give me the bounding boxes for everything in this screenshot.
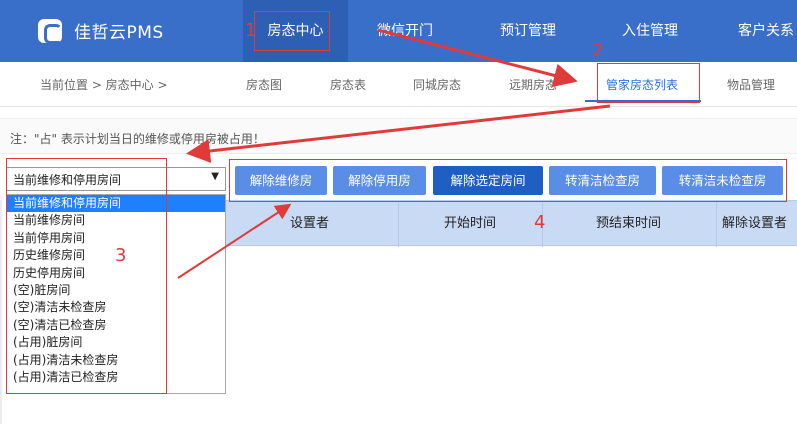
column-header-start-time[interactable]: 开始时间 (444, 201, 496, 247)
nav-item-reservation[interactable]: 预订管理 (468, 0, 588, 62)
column-header-end-time[interactable]: 预结束时间 (596, 201, 661, 247)
annotation-box-1 (254, 11, 330, 51)
column-divider (716, 201, 717, 247)
brand-name: 佳哲云PMS (74, 23, 164, 43)
column-header-setter[interactable]: 设置者 (290, 201, 329, 247)
tab-room-table[interactable]: 房态表 (330, 76, 366, 93)
nav-item-crm[interactable]: 客户关系 (720, 0, 797, 62)
annotation-number-3: 3 (115, 245, 127, 266)
annotation-number-2: 2 (592, 40, 604, 61)
tab-city-status[interactable]: 同城房态 (413, 76, 461, 93)
breadcrumb: 当前位置 > 房态中心 > (40, 78, 168, 92)
brand-logo[interactable]: 佳哲云PMS (38, 18, 164, 44)
caret-down-icon: ▼ (211, 171, 219, 182)
table-header: 设置者 开始时间 预结束时间 解除设置者 (226, 200, 797, 247)
annotation-box-3 (6, 158, 167, 394)
logo-icon (38, 18, 62, 44)
column-header-releaser[interactable]: 解除设置者 (722, 201, 787, 247)
annotation-box-2 (597, 63, 700, 103)
tab-room-map[interactable]: 房态图 (246, 76, 282, 93)
note-text: 注："占" 表示计划当日的维修或停用房被占用！ (0, 118, 797, 154)
column-divider (398, 201, 399, 247)
panel-border (0, 200, 2, 424)
tab-future-status[interactable]: 远期房态 (509, 76, 557, 93)
nav-item-wechat-door[interactable]: 微信开门 (350, 0, 460, 62)
nav-item-checkin[interactable]: 入住管理 (590, 0, 710, 62)
top-nav: 佳哲云PMS 房态中心 微信开门 预订管理 入住管理 客户关系 (0, 0, 797, 62)
tab-item-management[interactable]: 物品管理 (727, 76, 775, 93)
annotation-number-4: 4 (534, 212, 546, 233)
annotation-number-1: 1 (245, 20, 257, 41)
annotation-box-4 (229, 159, 787, 202)
